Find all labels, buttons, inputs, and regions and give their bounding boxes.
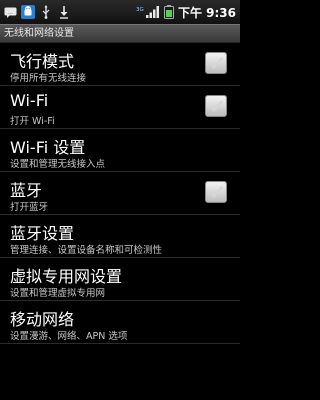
checkmark-icon: [209, 186, 223, 198]
airplane-mode-item[interactable]: 飞行模式 停用所有无线连接: [0, 43, 240, 86]
item-title: Wi-Fi: [10, 91, 49, 110]
system-status-icons: 3G 下午 9:36: [136, 4, 240, 21]
page-title: 无线和网络设置: [0, 24, 240, 43]
wifi-checkbox[interactable]: [205, 95, 227, 117]
airplane-mode-checkbox[interactable]: [205, 52, 227, 74]
item-summary: 停用所有无线连接: [10, 73, 87, 84]
item-title: 飞行模式: [10, 52, 75, 71]
wifi-item[interactable]: Wi-Fi 打开 Wi-Fi: [0, 86, 240, 129]
svg-text:3G: 3G: [136, 7, 144, 13]
settings-list: 飞行模式 停用所有无线连接 Wi-Fi 打开 Wi-Fi Wi-Fi 设置 设置…: [0, 43, 240, 344]
bluetooth-item[interactable]: 蓝牙 打开蓝牙: [0, 172, 240, 215]
item-title: 蓝牙: [10, 181, 43, 200]
sms-icon: ...: [3, 5, 17, 19]
usb-icon: [39, 5, 53, 19]
wifi-settings-item[interactable]: Wi-Fi 设置 设置和管理无线接入点: [0, 129, 240, 172]
item-summary: 打开蓝牙: [10, 202, 49, 213]
status-bar: ... 3G 下午 9:36: [0, 0, 240, 24]
battery-icon: [163, 5, 175, 19]
item-title: Wi-Fi 设置: [10, 138, 86, 157]
svg-text:...: ...: [8, 9, 13, 15]
notification-icons: ...: [0, 5, 71, 19]
checkmark-icon: [209, 57, 223, 69]
item-summary: 设置和管理无线接入点: [10, 159, 106, 170]
checkmark-icon: [209, 100, 223, 112]
item-summary: 设置漫游、网络、APN 选项: [10, 331, 128, 342]
clock: 下午 9:36: [177, 5, 236, 20]
item-title: 虚拟专用网设置: [10, 267, 123, 286]
bluetooth-checkbox[interactable]: [205, 181, 227, 203]
download-icon: [57, 5, 71, 19]
item-summary: 设置和管理虚拟专用网: [10, 288, 106, 299]
vpn-settings-item[interactable]: 虚拟专用网设置 设置和管理虚拟专用网: [0, 258, 240, 301]
mobile-network-item[interactable]: 移动网络 设置漫游、网络、APN 选项: [0, 301, 240, 344]
item-title: 移动网络: [10, 310, 75, 329]
item-summary: 管理连接、设置设备名称和可检测性: [10, 245, 163, 256]
3g-signal-icon: 3G: [136, 5, 160, 19]
item-title: 蓝牙设置: [10, 224, 75, 243]
android-icon: [21, 5, 35, 19]
item-summary: 打开 Wi-Fi: [10, 116, 55, 127]
bluetooth-settings-item[interactable]: 蓝牙设置 管理连接、设置设备名称和可检测性: [0, 215, 240, 258]
